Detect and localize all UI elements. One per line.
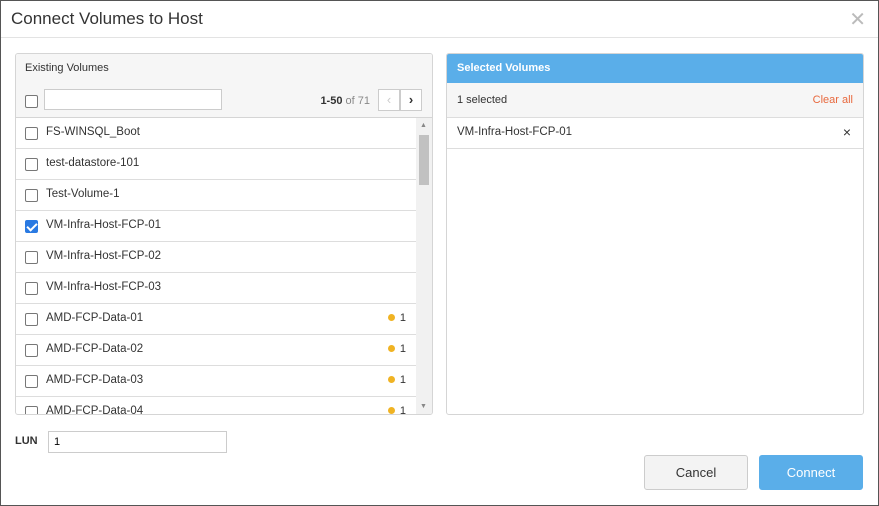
volume-name: AMD-FCP-Data-03 <box>46 374 144 386</box>
volume-row[interactable]: test-datastore-101 <box>16 149 416 180</box>
volume-name: AMD-FCP-Data-01 <box>46 312 144 324</box>
selected-count: 1 selected <box>457 94 508 106</box>
connection-badge: 1 <box>387 374 406 386</box>
existing-volumes-label: Existing Volumes <box>25 62 109 74</box>
lun-label: LUN <box>15 435 38 447</box>
volume-row[interactable]: VM-Infra-Host-FCP-03 <box>16 273 416 304</box>
volume-row[interactable]: FS-WINSQL_Boot <box>16 118 416 149</box>
volume-row[interactable]: Test-Volume-1 <box>16 180 416 211</box>
clear-all-link[interactable]: Clear all <box>813 94 853 106</box>
volume-name: AMD-FCP-Data-02 <box>46 343 144 355</box>
volume-row[interactable]: AMD-FCP-Data-02 1 <box>16 335 416 366</box>
remove-icon[interactable]: × <box>843 124 851 140</box>
volume-name: VM-Infra-Host-FCP-02 <box>46 250 162 262</box>
volume-checkbox[interactable] <box>25 158 38 171</box>
status-dot-icon <box>387 345 395 352</box>
close-icon[interactable]: ✕ <box>849 7 866 32</box>
status-dot-icon <box>387 376 395 383</box>
lun-input[interactable] <box>48 431 227 453</box>
connect-button[interactable]: Connect <box>759 455 863 490</box>
volume-checkbox[interactable] <box>25 251 38 264</box>
volume-row[interactable]: VM-Infra-Host-FCP-02 <box>16 242 416 273</box>
connection-badge: 1 <box>387 405 406 414</box>
selected-item: VM-Infra-Host-FCP-01 × <box>447 118 863 149</box>
divider <box>1 37 878 38</box>
volume-checkbox[interactable] <box>25 344 38 357</box>
existing-volumes-panel: Existing Volumes 1-50 of 71 ‹ › FS-WINSQ… <box>15 53 433 415</box>
volume-checkbox[interactable] <box>25 375 38 388</box>
connection-badge: 1 <box>387 343 406 355</box>
volume-name: Test-Volume-1 <box>46 188 120 200</box>
selected-volumes-panel: Selected Volumes 1 selected Clear all VM… <box>446 53 864 415</box>
pagination-label: 1-50 of 71 <box>320 95 370 107</box>
prev-page-button[interactable]: ‹ <box>378 89 400 111</box>
volume-name: VM-Infra-Host-FCP-01 <box>46 219 162 231</box>
volume-row[interactable]: AMD-FCP-Data-01 1 <box>16 304 416 335</box>
select-all-checkbox[interactable] <box>25 95 38 108</box>
volume-checkbox[interactable] <box>25 189 38 202</box>
volume-name: VM-Infra-Host-FCP-03 <box>46 281 162 293</box>
volume-row[interactable]: AMD-FCP-Data-03 1 <box>16 366 416 397</box>
volume-row[interactable]: VM-Infra-Host-FCP-01 <box>16 211 416 242</box>
selected-volumes-header: Selected Volumes <box>447 54 863 83</box>
scrollbar[interactable]: ▲ ▼ <box>416 118 432 414</box>
volume-row[interactable]: AMD-FCP-Data-04 1 <box>16 397 416 415</box>
volume-checkbox[interactable] <box>25 127 38 140</box>
status-dot-icon <box>387 407 395 414</box>
volume-checkbox[interactable] <box>25 220 38 233</box>
volume-checkbox[interactable] <box>25 313 38 326</box>
status-dot-icon <box>387 314 395 321</box>
volume-name: test-datastore-101 <box>46 157 140 169</box>
selected-item-name: VM-Infra-Host-FCP-01 <box>457 126 573 138</box>
volume-name: FS-WINSQL_Boot <box>46 126 140 138</box>
scrollbar-thumb[interactable] <box>419 135 429 185</box>
volume-checkbox[interactable] <box>25 406 38 414</box>
connection-badge: 1 <box>387 312 406 324</box>
next-page-button[interactable]: › <box>400 89 422 111</box>
search-input[interactable] <box>44 89 222 110</box>
dialog-title: Connect Volumes to Host <box>11 9 203 28</box>
volume-name: AMD-FCP-Data-04 <box>46 405 144 415</box>
cancel-button[interactable]: Cancel <box>644 455 748 490</box>
volume-checkbox[interactable] <box>25 282 38 295</box>
connect-volumes-dialog: Connect Volumes to Host ✕ Existing Volum… <box>0 0 879 506</box>
volume-list: FS-WINSQL_Boot test-datastore-101 Test-Vol… <box>16 118 416 414</box>
